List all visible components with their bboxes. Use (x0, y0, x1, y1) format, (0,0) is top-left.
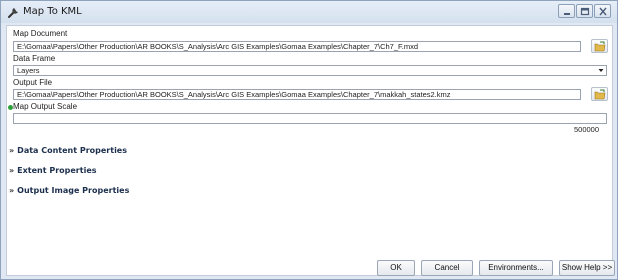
section-output-image-properties[interactable]: » Output Image Properties (9, 186, 129, 195)
section-label: Data Content Properties (17, 146, 127, 155)
dialog-content: Map Document E:\Gomaa\Papers\Other Produ… (6, 25, 613, 276)
map-document-input[interactable]: E:\Gomaa\Papers\Other Production\AR BOOK… (13, 41, 581, 52)
window-title: Map To KML (23, 6, 82, 17)
maximize-icon (580, 7, 590, 16)
open-folder-icon (594, 41, 606, 52)
tool-wrench-icon (7, 5, 21, 19)
data-frame-select[interactable]: Layers (13, 65, 607, 76)
minimize-button[interactable] (558, 4, 575, 18)
title-bar[interactable]: Map To KML (1, 1, 617, 23)
section-data-content-properties[interactable]: » Data Content Properties (9, 146, 127, 155)
ok-button[interactable]: OK (377, 260, 415, 276)
expand-chevron-icon: » (9, 166, 15, 175)
data-frame-value: Layers (17, 66, 40, 75)
data-frame-label: Data Frame (13, 54, 56, 63)
maximize-button[interactable] (576, 4, 593, 18)
map-to-kml-dialog: Map To KML Map Document E:\Gomaa\Papers\… (0, 0, 618, 280)
chevron-down-icon[interactable] (596, 66, 606, 75)
environments-button[interactable]: Environments... (479, 260, 553, 276)
cancel-button[interactable]: Cancel (421, 260, 473, 276)
section-extent-properties[interactable]: » Extent Properties (9, 166, 97, 175)
map-output-scale-value: 500000 (574, 125, 600, 134)
map-output-scale-input[interactable] (13, 113, 607, 124)
close-icon (599, 7, 607, 16)
section-label: Output Image Properties (17, 186, 130, 195)
expand-chevron-icon: » (9, 186, 15, 195)
map-output-scale-label: Map Output Scale (13, 102, 78, 111)
caption-buttons (557, 4, 611, 18)
output-file-input[interactable]: E:\Gomaa\Papers\Other Production\AR BOOK… (13, 89, 581, 100)
close-button[interactable] (594, 4, 611, 18)
minimize-icon (564, 13, 570, 15)
browse-output-file-button[interactable] (591, 87, 608, 101)
output-file-label: Output File (13, 78, 53, 87)
map-document-label: Map Document (13, 29, 68, 38)
section-label: Extent Properties (17, 166, 97, 175)
open-folder-icon (594, 89, 606, 100)
browse-map-document-button[interactable] (591, 39, 608, 53)
expand-chevron-icon: » (9, 146, 15, 155)
show-help-button[interactable]: Show Help >> (559, 260, 615, 276)
